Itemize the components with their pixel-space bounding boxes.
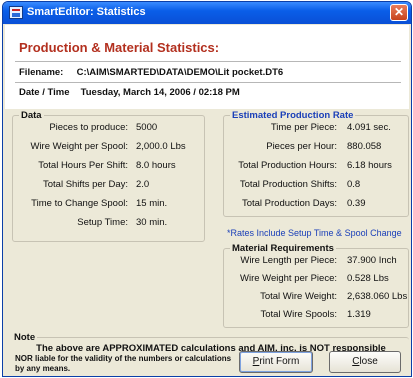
production-row-value: 6.18 hours bbox=[347, 160, 392, 171]
production-rate-group: Estimated Production Rate Time per Piece… bbox=[223, 110, 409, 217]
material-row-value: 2,638.060 Lbs bbox=[347, 291, 408, 302]
production-row-label: Time per Piece: bbox=[270, 122, 337, 133]
production-row-label: Total Production Hours: bbox=[238, 160, 337, 171]
data-row-label: Total Shifts per Day: bbox=[42, 179, 128, 190]
window-title: SmartEditor: Statistics bbox=[27, 6, 146, 18]
material-row-value: 37.900 Inch bbox=[347, 255, 397, 266]
divider bbox=[15, 82, 401, 83]
print-form-button[interactable]: Print Form bbox=[239, 351, 313, 373]
production-row-value: 4.091 sec. bbox=[347, 122, 391, 133]
data-group: Data Pieces to produce: 5000 Wire Weight… bbox=[12, 110, 205, 242]
filename-value: C:\AIM\SMARTED\DATA\DEMO\Lit pocket.DT6 bbox=[76, 67, 284, 78]
data-row-label: Pieces to produce: bbox=[49, 122, 128, 133]
datetime-value: Tuesday, March 14, 2006 / 02:18 PM bbox=[80, 87, 240, 98]
production-row-value: 0.39 bbox=[347, 198, 366, 209]
data-row-label: Time to Change Spool: bbox=[31, 198, 128, 209]
material-row-label: Total Wire Weight: bbox=[260, 291, 337, 302]
disclaimer-line-2-wrap: NOR liable for the validity of the numbe… bbox=[15, 354, 233, 374]
filename-line: Filename: C:\AIM\SMARTED\DATA\DEMO\Lit p… bbox=[19, 67, 283, 78]
data-row-value: 15 min. bbox=[136, 198, 168, 209]
close-icon[interactable]: ✕ bbox=[390, 4, 408, 21]
data-row-value: 8.0 hours bbox=[136, 160, 176, 171]
datetime-line: Date / Time Tuesday, March 14, 2006 / 02… bbox=[19, 87, 240, 98]
title-bar[interactable]: SmartEditor: Statistics ✕ bbox=[3, 2, 411, 24]
rates-note: *Rates Include Setup Time & Spool Change bbox=[227, 228, 402, 238]
material-row-value: 1.319 bbox=[347, 309, 371, 320]
material-row-label: Wire Length per Piece: bbox=[240, 255, 337, 266]
divider bbox=[15, 61, 401, 62]
page-title: Production & Material Statistics: bbox=[19, 40, 220, 55]
material-requirements-title: Material Requirements bbox=[230, 243, 336, 254]
data-group-title: Data bbox=[19, 110, 44, 121]
data-row-label: Wire Weight per Spool: bbox=[30, 141, 128, 152]
material-requirements-group: Material Requirements Wire Length per Pi… bbox=[223, 243, 409, 328]
header-panel: Production & Material Statistics: Filena… bbox=[5, 25, 409, 109]
print-form-label: rint Form bbox=[259, 356, 300, 367]
filename-label: Filename: bbox=[19, 67, 64, 78]
production-row-label: Total Production Days: bbox=[241, 198, 337, 209]
data-row-value: 5000 bbox=[136, 122, 158, 133]
data-row-label: Total Hours Per Shift: bbox=[38, 160, 128, 171]
data-row-value: 30 min. bbox=[136, 217, 168, 228]
material-row-value: 0.528 Lbs bbox=[347, 273, 389, 284]
data-row-value: 2,000.0 Lbs bbox=[136, 141, 186, 152]
material-row-label: Total Wire Spools: bbox=[260, 309, 337, 320]
production-rate-title: Estimated Production Rate bbox=[230, 110, 356, 121]
production-row-value: 0.8 bbox=[347, 179, 361, 190]
app-icon bbox=[9, 6, 23, 19]
material-row-label: Wire Weight per Piece: bbox=[240, 273, 337, 284]
close-label: lose bbox=[359, 356, 378, 367]
production-row-value: 880.058 bbox=[347, 141, 382, 152]
production-row-label: Pieces per Hour: bbox=[266, 141, 337, 152]
statistics-window: SmartEditor: Statistics ✕ Production & M… bbox=[2, 1, 412, 377]
disclaimer-line-2: NOR liable for the validity of the numbe… bbox=[15, 354, 232, 373]
datetime-label: Date / Time bbox=[19, 87, 70, 98]
data-row-value: 2.0 bbox=[136, 179, 150, 190]
close-button[interactable]: Close bbox=[329, 351, 401, 373]
production-row-label: Total Production Shifts: bbox=[239, 179, 337, 190]
data-row-label: Setup Time: bbox=[77, 217, 128, 228]
